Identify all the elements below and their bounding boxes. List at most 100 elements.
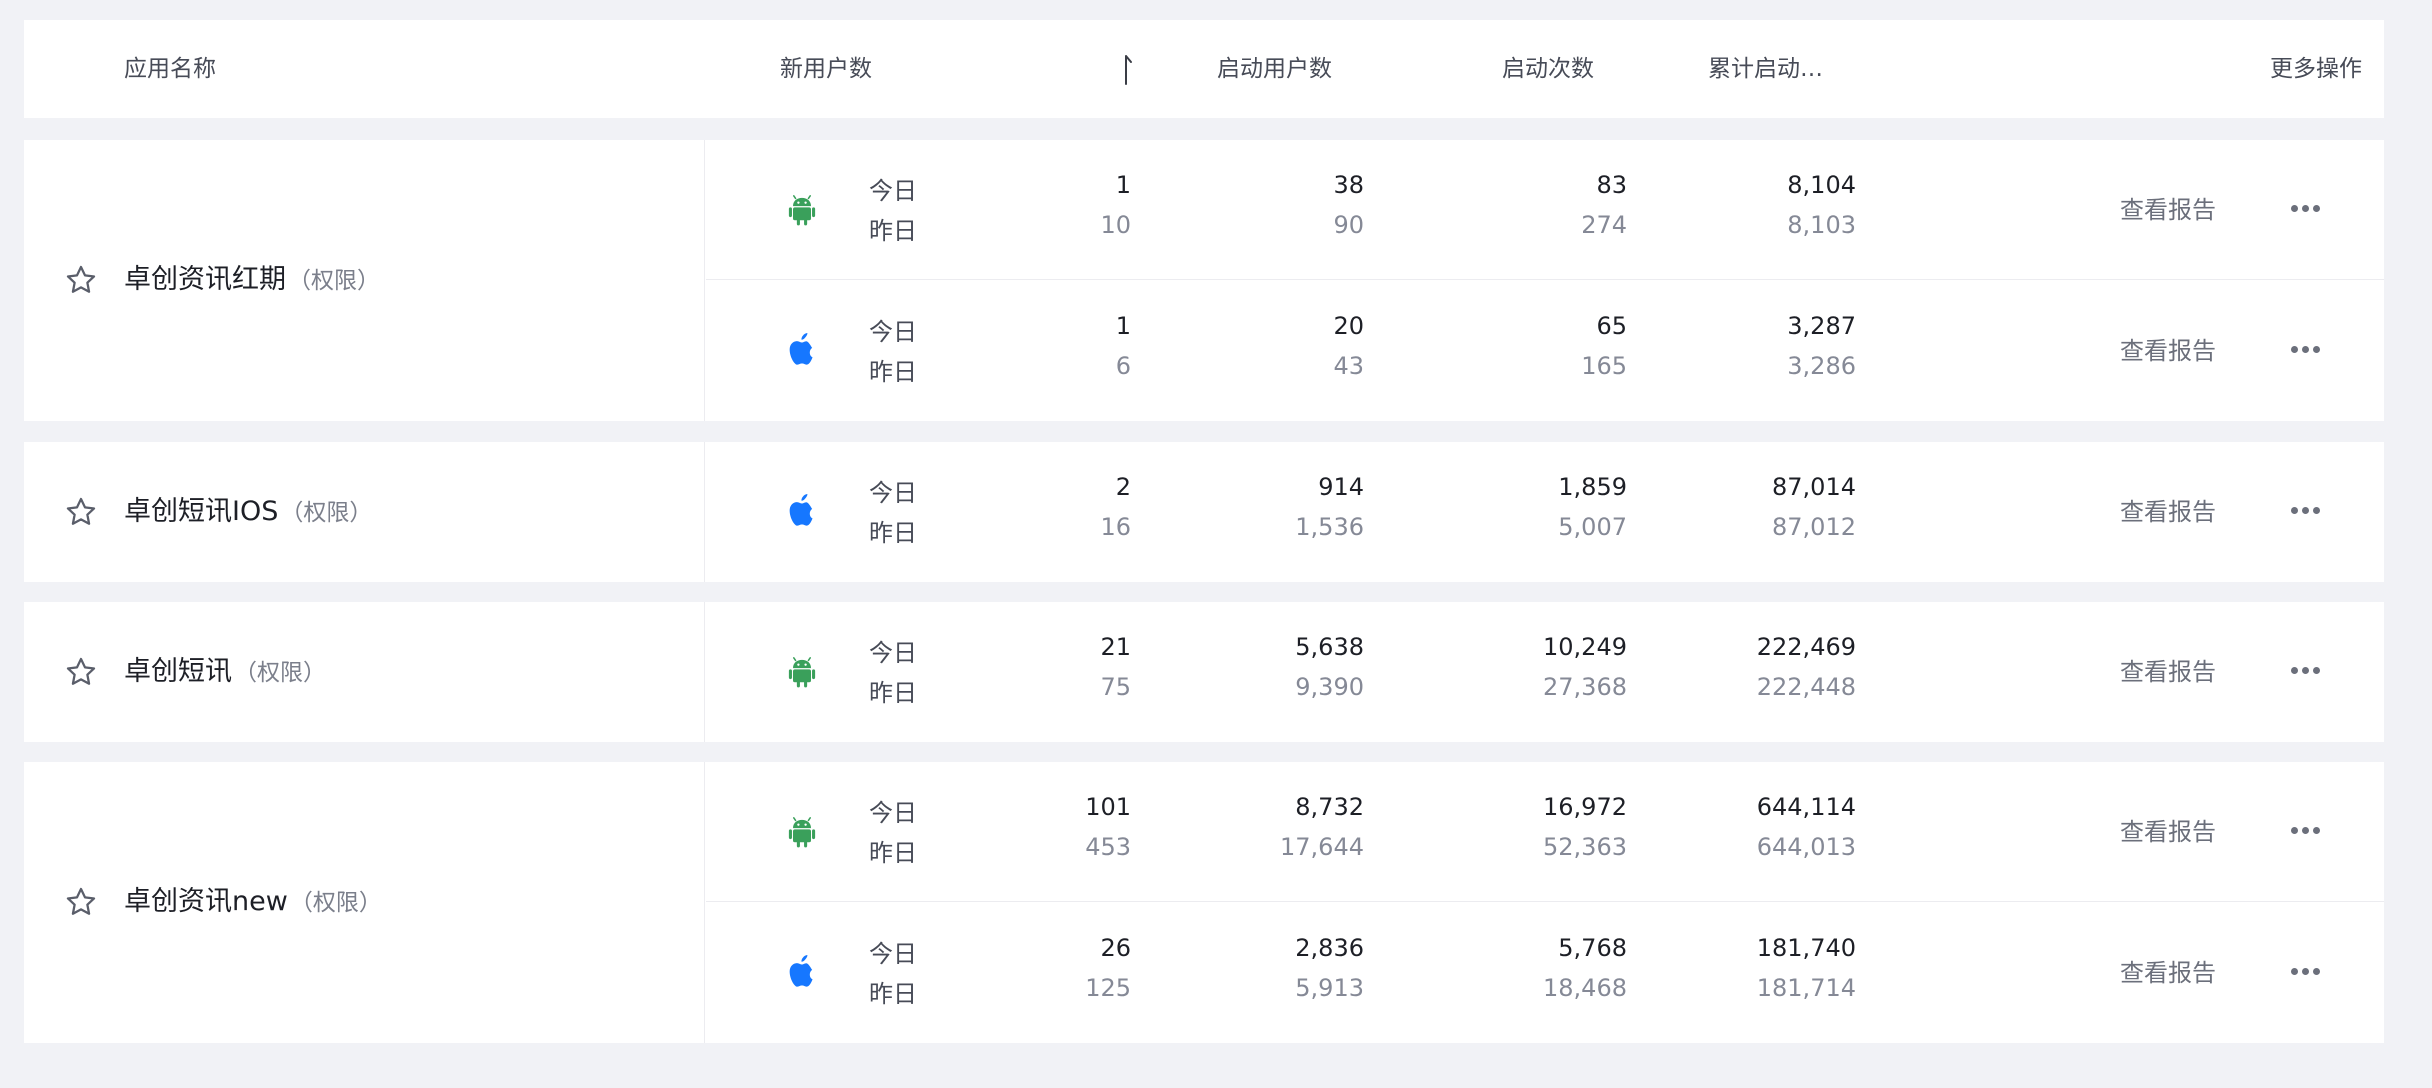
col-new-users[interactable]: 新用户数 xyxy=(780,20,872,118)
view-report-link[interactable]: 查看报告 xyxy=(2120,958,2216,988)
app-name-text: 卓创资讯new xyxy=(124,886,288,917)
launches-today: 1,859 xyxy=(1558,473,1627,501)
cumulative-yesterday: 87,012 xyxy=(1772,513,1856,541)
app-name: 卓创短讯IOS（权限） xyxy=(124,492,372,532)
view-report-link[interactable]: 查看报告 xyxy=(2120,497,2216,527)
active-users-today: 2,836 xyxy=(1295,934,1364,962)
launches-today: 65 xyxy=(1596,312,1627,340)
col-active-users[interactable]: 启动用户数 xyxy=(1217,20,1332,118)
new-users-yesterday: 6 xyxy=(1115,352,1131,380)
launches-yesterday: 52,363 xyxy=(1543,833,1627,861)
today-label: 今日 xyxy=(869,639,917,667)
table-header: 应用名称 新用户数 启动用户数 启动次数 累计启动… 更多操作 xyxy=(24,20,2384,118)
new-users-yesterday: 16 xyxy=(1100,513,1131,541)
view-report-link[interactable]: 查看报告 xyxy=(2120,195,2216,225)
active-users-yesterday: 1,536 xyxy=(1295,513,1364,541)
app-cell: 卓创短讯IOS（权限） xyxy=(24,442,705,582)
new-users-yesterday: 125 xyxy=(1085,974,1131,1002)
yesterday-label: 昨日 xyxy=(869,217,917,245)
cumulative-yesterday: 8,103 xyxy=(1787,211,1856,239)
android-icon xyxy=(788,657,816,688)
active-users-today: 20 xyxy=(1333,312,1364,340)
cumulative-yesterday: 3,286 xyxy=(1787,352,1856,380)
cumulative-today: 222,469 xyxy=(1756,633,1856,661)
permission-tag: （权限） xyxy=(289,890,382,916)
launches-yesterday: 165 xyxy=(1581,352,1627,380)
launches-today: 16,972 xyxy=(1543,793,1627,821)
new-users-today: 2 xyxy=(1115,473,1131,501)
platform-row: 今日 昨日 1 6 20 43 65 165 3,287 3,286 查看报告 xyxy=(706,281,2384,421)
launches-today: 10,249 xyxy=(1543,633,1627,661)
active-users-yesterday: 43 xyxy=(1333,352,1364,380)
app-group: 卓创资讯红期（权限） 今日 昨日 1 10 38 90 83 274 8,104… xyxy=(24,140,2384,421)
apple-icon xyxy=(789,955,813,987)
apple-icon xyxy=(789,333,813,365)
yesterday-label: 昨日 xyxy=(869,358,917,386)
permission-tag: （权限） xyxy=(288,268,380,294)
today-label: 今日 xyxy=(869,940,917,968)
cumulative-today: 8,104 xyxy=(1787,171,1856,199)
launches-today: 5,768 xyxy=(1558,934,1627,962)
active-users-today: 38 xyxy=(1333,171,1364,199)
star-icon[interactable] xyxy=(64,263,98,297)
app-group: 卓创资讯new（权限） 今日 昨日 101 453 8,732 17,644 1… xyxy=(24,762,2384,1043)
yesterday-label: 昨日 xyxy=(869,980,917,1008)
permission-tag: （权限） xyxy=(280,500,373,526)
active-users-today: 8,732 xyxy=(1295,793,1364,821)
today-label: 今日 xyxy=(869,479,917,507)
new-users-yesterday: 75 xyxy=(1100,673,1131,701)
view-report-link[interactable]: 查看报告 xyxy=(2120,817,2216,847)
active-users-yesterday: 17,644 xyxy=(1280,833,1364,861)
new-users-today: 21 xyxy=(1100,633,1131,661)
today-label: 今日 xyxy=(869,799,917,827)
launches-today: 83 xyxy=(1596,171,1627,199)
star-icon[interactable] xyxy=(64,885,98,919)
cumulative-yesterday: 222,448 xyxy=(1756,673,1856,701)
more-icon[interactable] xyxy=(2290,507,2320,517)
app-cell: 卓创资讯红期（权限） xyxy=(24,140,705,421)
app-group: 卓创短讯（权限） 今日 昨日 21 75 5,638 9,390 10,249 … xyxy=(24,602,2384,742)
view-report-link[interactable]: 查看报告 xyxy=(2120,336,2216,366)
platform-row: 今日 昨日 1 10 38 90 83 274 8,104 8,103 查看报告 xyxy=(706,140,2384,280)
active-users-today: 5,638 xyxy=(1295,633,1364,661)
launches-yesterday: 5,007 xyxy=(1558,513,1627,541)
platform-row: 今日 昨日 21 75 5,638 9,390 10,249 27,368 22… xyxy=(706,602,2384,742)
today-label: 今日 xyxy=(869,177,917,205)
cumulative-today: 181,740 xyxy=(1756,934,1856,962)
yesterday-label: 昨日 xyxy=(869,519,917,547)
view-report-link[interactable]: 查看报告 xyxy=(2120,657,2216,687)
today-label: 今日 xyxy=(869,318,917,346)
app-name: 卓创短讯（权限） xyxy=(124,652,326,692)
star-icon[interactable] xyxy=(64,495,98,529)
app-name-text: 卓创短讯 xyxy=(124,656,232,687)
app-cell: 卓创资讯new（权限） xyxy=(24,762,705,1043)
active-users-yesterday: 5,913 xyxy=(1295,974,1364,1002)
more-icon[interactable] xyxy=(2290,826,2320,837)
platform-row: 今日 昨日 26 125 2,836 5,913 5,768 18,468 18… xyxy=(706,903,2384,1043)
cumulative-today: 87,014 xyxy=(1772,473,1856,501)
new-users-today: 101 xyxy=(1085,793,1131,821)
app-name-text: 卓创资讯红期 xyxy=(124,264,286,295)
app-name: 卓创资讯new（权限） xyxy=(124,882,382,922)
apple-icon xyxy=(789,494,813,526)
col-launches[interactable]: 启动次数 xyxy=(1502,20,1594,118)
new-users-yesterday: 453 xyxy=(1085,833,1131,861)
new-users-today: 26 xyxy=(1100,934,1131,962)
more-icon[interactable] xyxy=(2290,204,2320,215)
platform-row: 今日 昨日 2 16 914 1,536 1,859 5,007 87,014 … xyxy=(706,442,2384,582)
android-icon xyxy=(788,816,816,847)
sort-icon[interactable] xyxy=(1118,54,1138,86)
app-group: 卓创短讯IOS（权限） 今日 昨日 2 16 914 1,536 1,859 5… xyxy=(24,442,2384,582)
launches-yesterday: 27,368 xyxy=(1543,673,1627,701)
new-users-yesterday: 10 xyxy=(1100,211,1131,239)
cumulative-yesterday: 644,013 xyxy=(1756,833,1856,861)
more-icon[interactable] xyxy=(2290,346,2320,356)
cumulative-yesterday: 181,714 xyxy=(1756,974,1856,1002)
active-users-today: 914 xyxy=(1318,473,1364,501)
star-icon[interactable] xyxy=(64,655,98,689)
new-users-today: 1 xyxy=(1115,171,1131,199)
more-icon[interactable] xyxy=(2290,667,2320,677)
more-icon[interactable] xyxy=(2290,968,2320,978)
col-cumulative[interactable]: 累计启动… xyxy=(1663,20,1823,118)
launches-yesterday: 18,468 xyxy=(1543,974,1627,1002)
